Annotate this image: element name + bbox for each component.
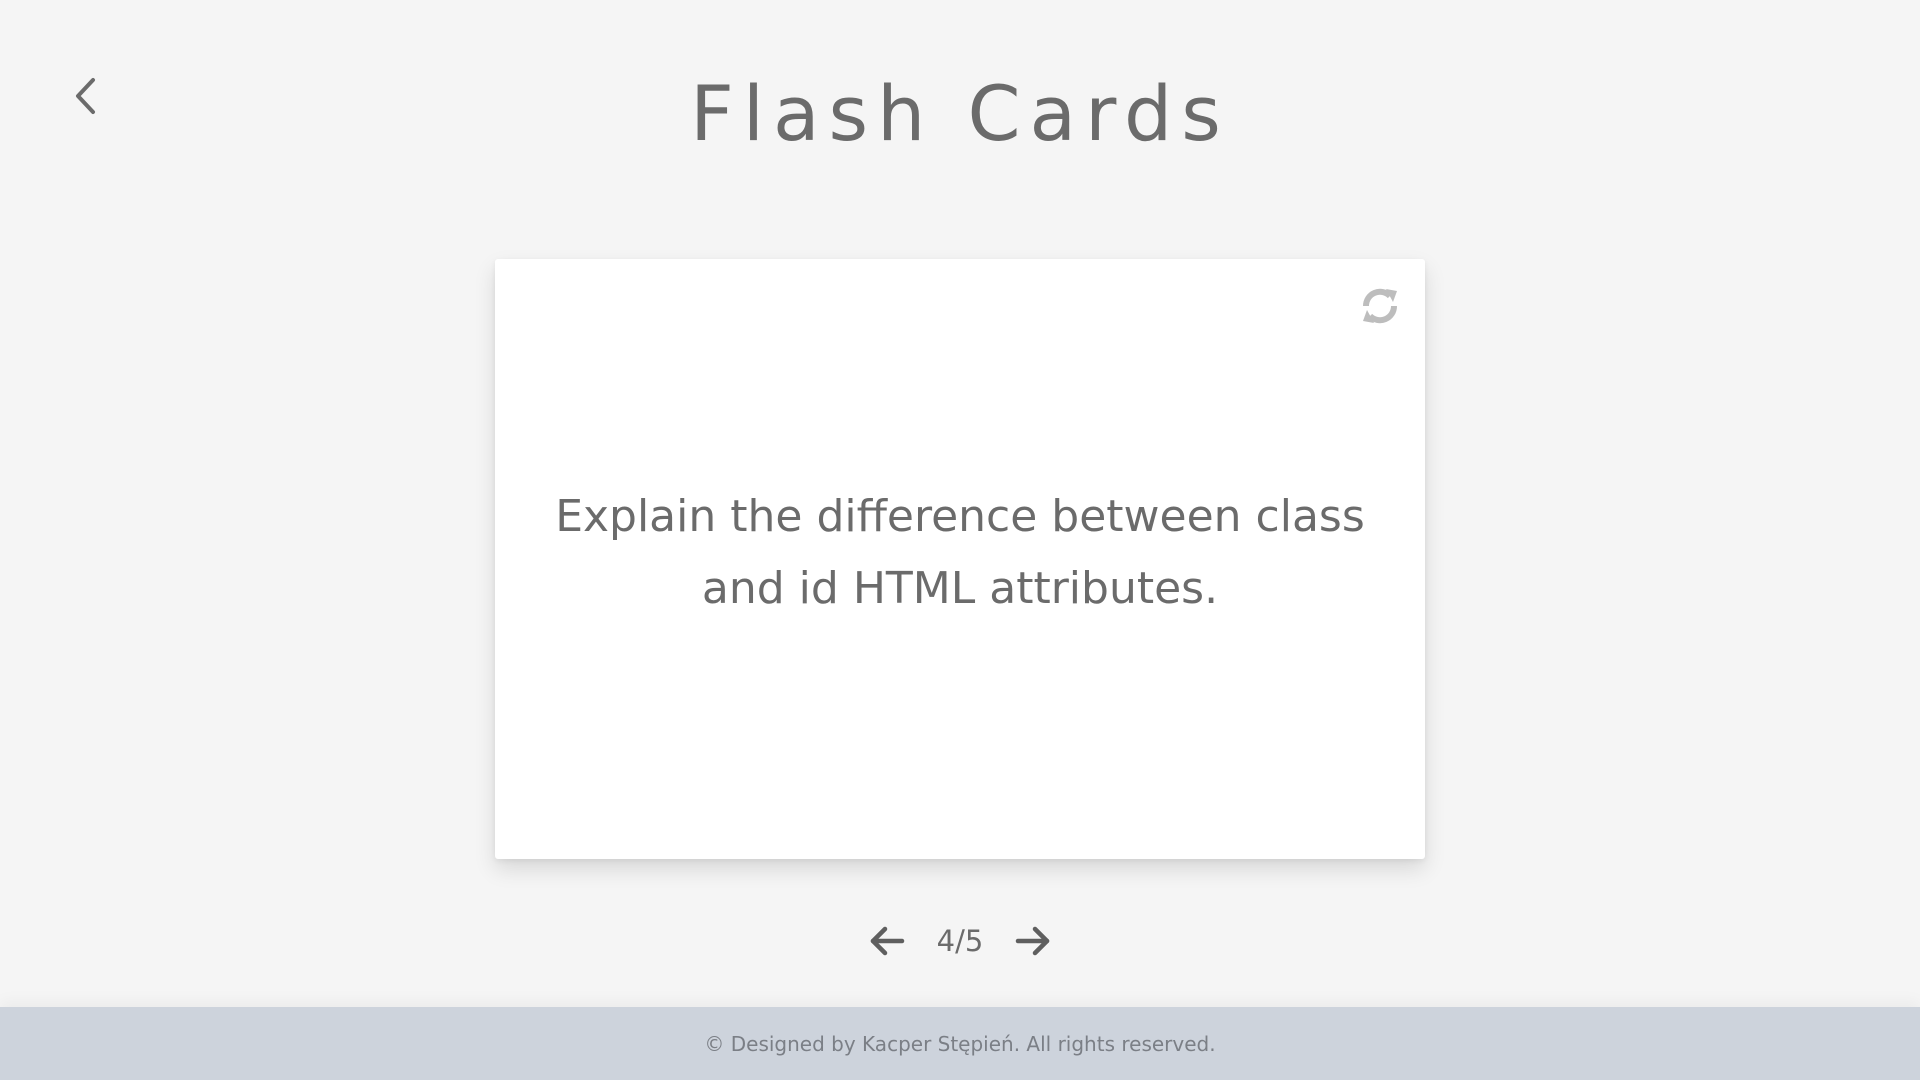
footer: © Designed by Kacper Stępień. All rights… xyxy=(0,1007,1920,1080)
flip-card-button[interactable] xyxy=(1357,283,1403,329)
card-pager: 4/5 xyxy=(0,918,1920,964)
page-title: Flash Cards xyxy=(690,69,1230,158)
footer-copyright: © Designed by Kacper Stępień. All rights… xyxy=(704,1031,1216,1056)
refresh-icon xyxy=(1362,288,1398,324)
card-position: 4/5 xyxy=(936,924,984,958)
arrow-right-icon xyxy=(1015,926,1050,956)
next-card-button[interactable] xyxy=(1010,918,1056,964)
card-question: Explain the difference between class and… xyxy=(555,491,1365,614)
flash-card[interactable]: Explain the difference between class and… xyxy=(495,259,1425,859)
previous-card-button[interactable] xyxy=(864,918,910,964)
arrow-left-icon xyxy=(870,926,905,956)
